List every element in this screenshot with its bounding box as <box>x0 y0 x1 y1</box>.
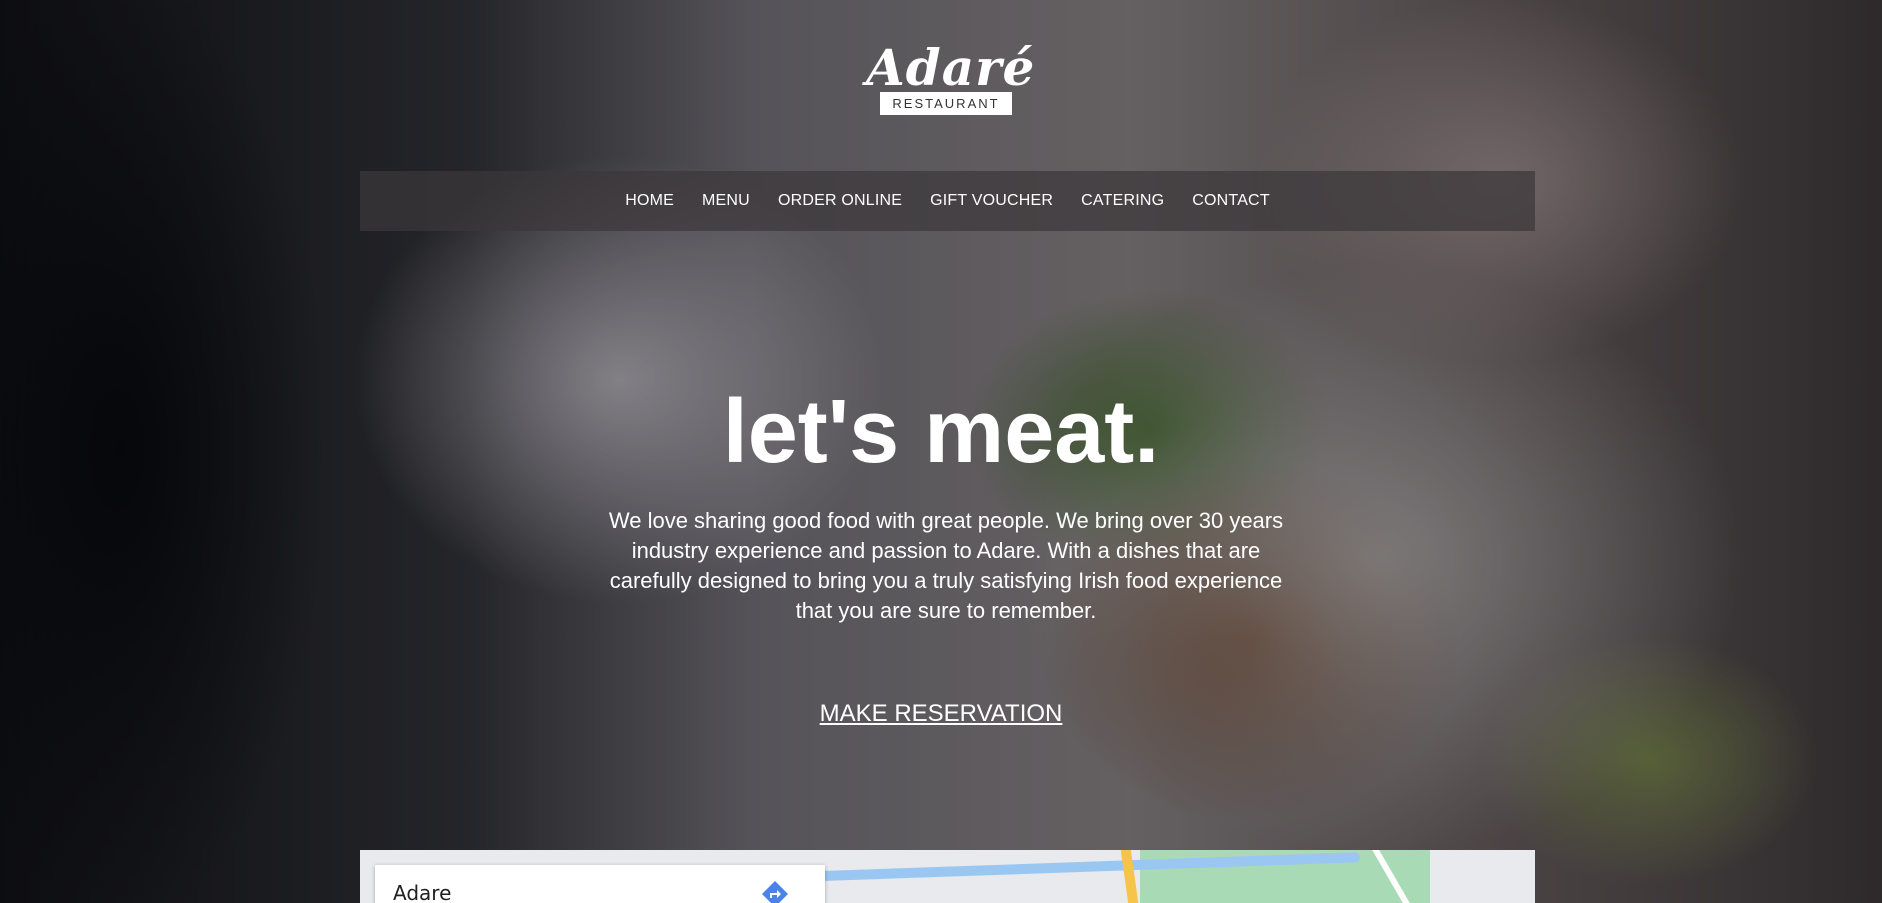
main-navigation: HOME MENU ORDER ONLINE GIFT VOUCHER CATE… <box>360 171 1535 231</box>
nav-item-gift-voucher[interactable]: GIFT VOUCHER <box>916 192 1067 210</box>
directions-icon[interactable] <box>760 879 790 903</box>
logo-wordmark: Adaré <box>866 38 1036 97</box>
map-place-card: Adare <box>375 865 825 903</box>
nav-item-contact[interactable]: CONTACT <box>1178 192 1284 210</box>
restaurant-logo[interactable]: Adaré RESTAURANT <box>866 38 1036 118</box>
logo-subtitle: RESTAURANT <box>880 92 1012 115</box>
nav-item-order-online[interactable]: ORDER ONLINE <box>764 192 916 210</box>
embedded-map[interactable]: Adare <box>360 850 1535 903</box>
make-reservation-link[interactable]: MAKE RESERVATION <box>820 700 1063 727</box>
hero-intro-text: We love sharing good food with great peo… <box>608 508 1284 623</box>
map-road <box>1120 850 1140 903</box>
nav-item-catering[interactable]: CATERING <box>1067 192 1178 210</box>
hero-headline: let's meat. <box>722 382 1160 482</box>
map-place-name: Adare <box>393 881 452 903</box>
cta-container: MAKE RESERVATION <box>0 700 1882 728</box>
nav-item-menu[interactable]: MENU <box>688 192 764 210</box>
nav-item-home[interactable]: HOME <box>611 192 688 210</box>
